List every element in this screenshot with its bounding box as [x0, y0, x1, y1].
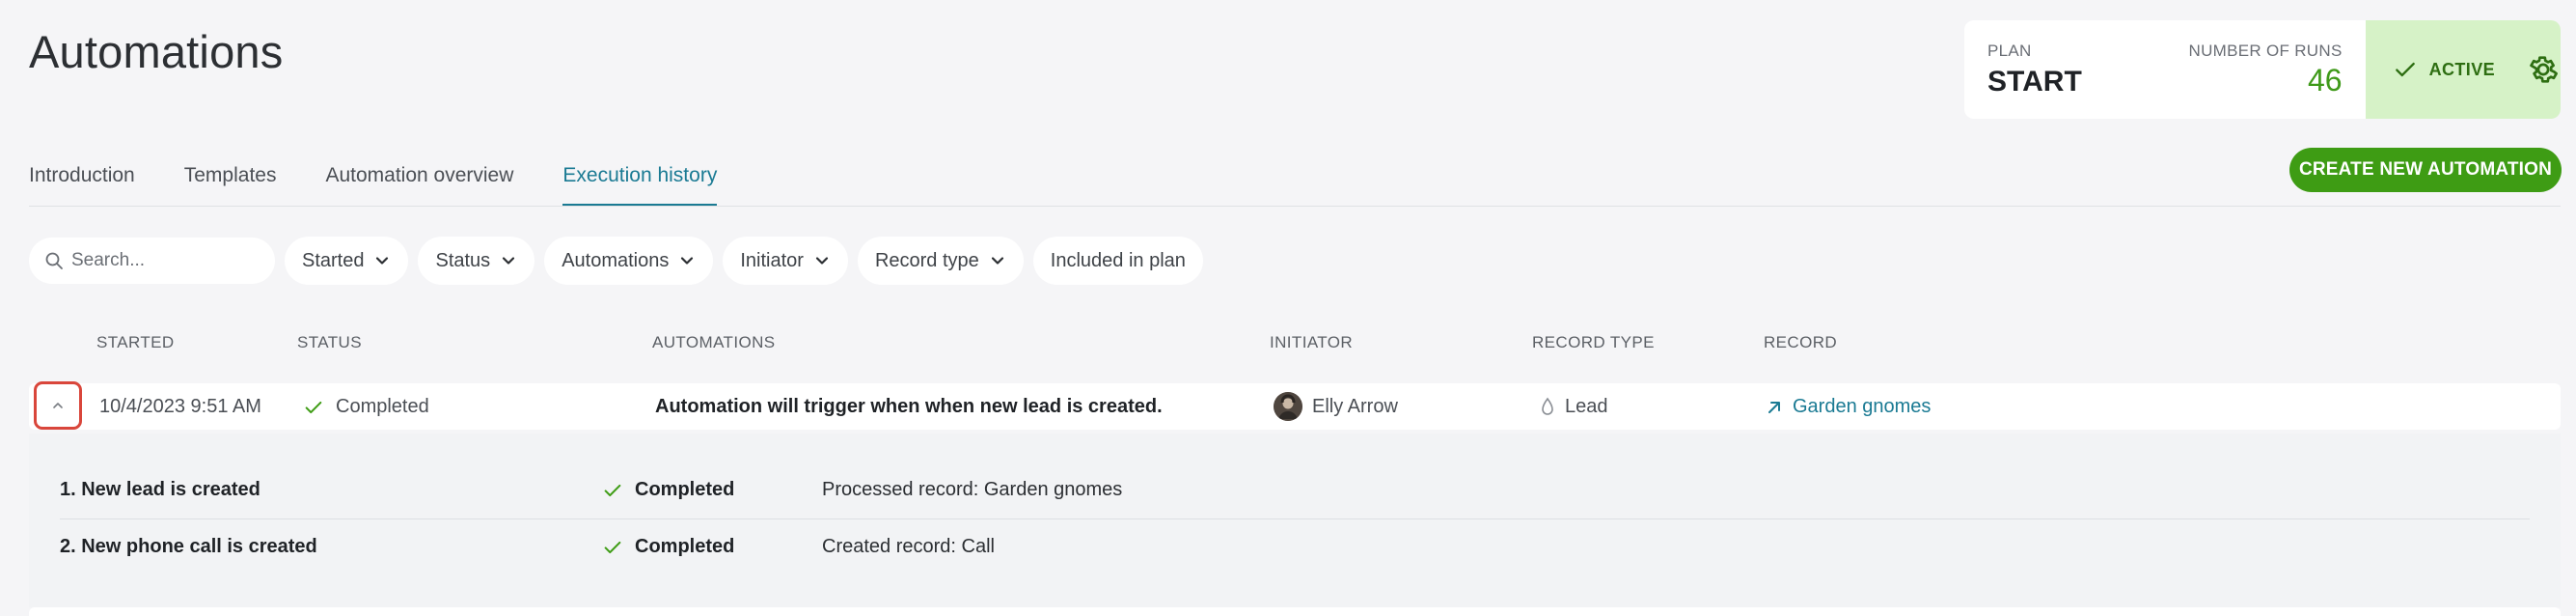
filter-status[interactable]: Status: [418, 237, 535, 285]
column-header-started[interactable]: STARTED: [96, 333, 175, 352]
plan-card: PLAN START NUMBER OF RUNS 46 ACTIVE: [1964, 20, 2561, 119]
active-status: ACTIVE: [2365, 20, 2561, 119]
tab-automation-overview[interactable]: Automation overview: [325, 164, 513, 207]
chevron-down-icon: [376, 257, 389, 265]
filter-label: Automations: [562, 249, 670, 271]
started-value: 10/4/2023 9:51 AM: [99, 396, 261, 417]
filter-included-in-plan[interactable]: Included in plan: [1032, 237, 1203, 285]
step-row: 1. New lead is created Completed Process…: [60, 462, 2530, 518]
runs-label: NUMBER OF RUNS: [2188, 42, 2343, 60]
initiator-name: Elly Arrow: [1312, 396, 1398, 417]
check-icon: [604, 484, 621, 496]
chevron-down-icon: [503, 257, 515, 265]
check-icon: [2395, 62, 2415, 77]
plan-value: START: [1987, 66, 2082, 98]
step-row: 2. New phone call is created Completed C…: [60, 518, 2530, 574]
chevron-down-icon: [991, 257, 1003, 265]
record-link[interactable]: Garden gnomes: [1766, 396, 1931, 418]
filter-label: Started: [302, 249, 365, 271]
column-header-automations[interactable]: AUTOMATIONS: [652, 333, 776, 352]
column-header-status[interactable]: STATUS: [297, 333, 362, 352]
record-value: Garden gnomes: [1793, 396, 1932, 417]
status-cell: Completed: [303, 396, 429, 418]
filter-label: Initiator: [740, 249, 804, 271]
plan-info: PLAN START NUMBER OF RUNS 46: [1964, 20, 2366, 119]
table-row[interactable]: 10/4/2023 9:51 AM Completed Automation w…: [29, 381, 2561, 430]
search-input[interactable]: [71, 250, 255, 271]
step-name: 2. New phone call is created: [60, 536, 317, 557]
tab-execution-history[interactable]: Execution history: [562, 164, 718, 207]
step-status: Completed: [602, 479, 734, 501]
column-header-record[interactable]: RECORD: [1764, 333, 1837, 352]
check-icon: [305, 401, 322, 413]
filter-started[interactable]: Started: [285, 237, 409, 285]
check-icon: [604, 541, 621, 553]
step-status-label: Completed: [635, 536, 735, 557]
lead-icon: [1542, 397, 1553, 415]
column-header-initiator[interactable]: INITIATOR: [1270, 333, 1353, 352]
step-detail: Processed record: Garden gnomes: [822, 479, 1123, 500]
column-header-record-type[interactable]: RECORD TYPE: [1532, 333, 1655, 352]
tab-introduction[interactable]: Introduction: [29, 164, 135, 207]
gear-icon[interactable]: [2526, 52, 2561, 87]
chevron-down-icon: [681, 257, 694, 265]
record-type-cell: Lead: [1540, 396, 1608, 418]
table-row[interactable]: [29, 607, 2561, 616]
avatar: [1274, 392, 1302, 421]
chevron-up-icon: [53, 403, 63, 408]
record-type-value: Lead: [1565, 396, 1608, 417]
search-icon: [45, 252, 63, 269]
create-new-automation-button[interactable]: CREATE NEW AUTOMATION: [2289, 148, 2562, 192]
filter-label: Included in plan: [1050, 249, 1186, 271]
step-detail: Created record: Call: [822, 536, 995, 557]
step-status: Completed: [602, 536, 734, 558]
automation-value: Automation will trigger when when new le…: [655, 396, 1163, 417]
step-name: 1. New lead is created: [60, 479, 260, 500]
status-value: Completed: [336, 396, 429, 417]
filter-initiator[interactable]: Initiator: [723, 237, 848, 285]
step-status-label: Completed: [635, 479, 735, 500]
filter-automations[interactable]: Automations: [544, 237, 714, 285]
filter-bar: Started Status Automations Initiator Rec…: [29, 237, 1213, 285]
plan-label: PLAN: [1987, 42, 2032, 60]
filter-record-type[interactable]: Record type: [857, 237, 1024, 285]
tab-templates[interactable]: Templates: [184, 164, 277, 207]
active-label: ACTIVE: [2428, 59, 2495, 79]
search-box[interactable]: [29, 238, 275, 284]
collapse-row-button[interactable]: [34, 381, 82, 430]
tab-bar: Introduction Templates Automation overvi…: [29, 164, 766, 207]
page-title: Automations: [29, 26, 284, 77]
filter-label: Record type: [874, 249, 979, 271]
execution-steps-panel: 1. New lead is created Completed Process…: [29, 434, 2561, 607]
tabs-divider: [29, 206, 2561, 207]
chevron-down-icon: [815, 257, 829, 265]
arrow-up-right-icon: [1768, 401, 1780, 413]
initiator-cell: Elly Arrow: [1274, 391, 1398, 422]
filter-label: Status: [435, 249, 491, 271]
runs-value: 46: [2308, 63, 2343, 98]
